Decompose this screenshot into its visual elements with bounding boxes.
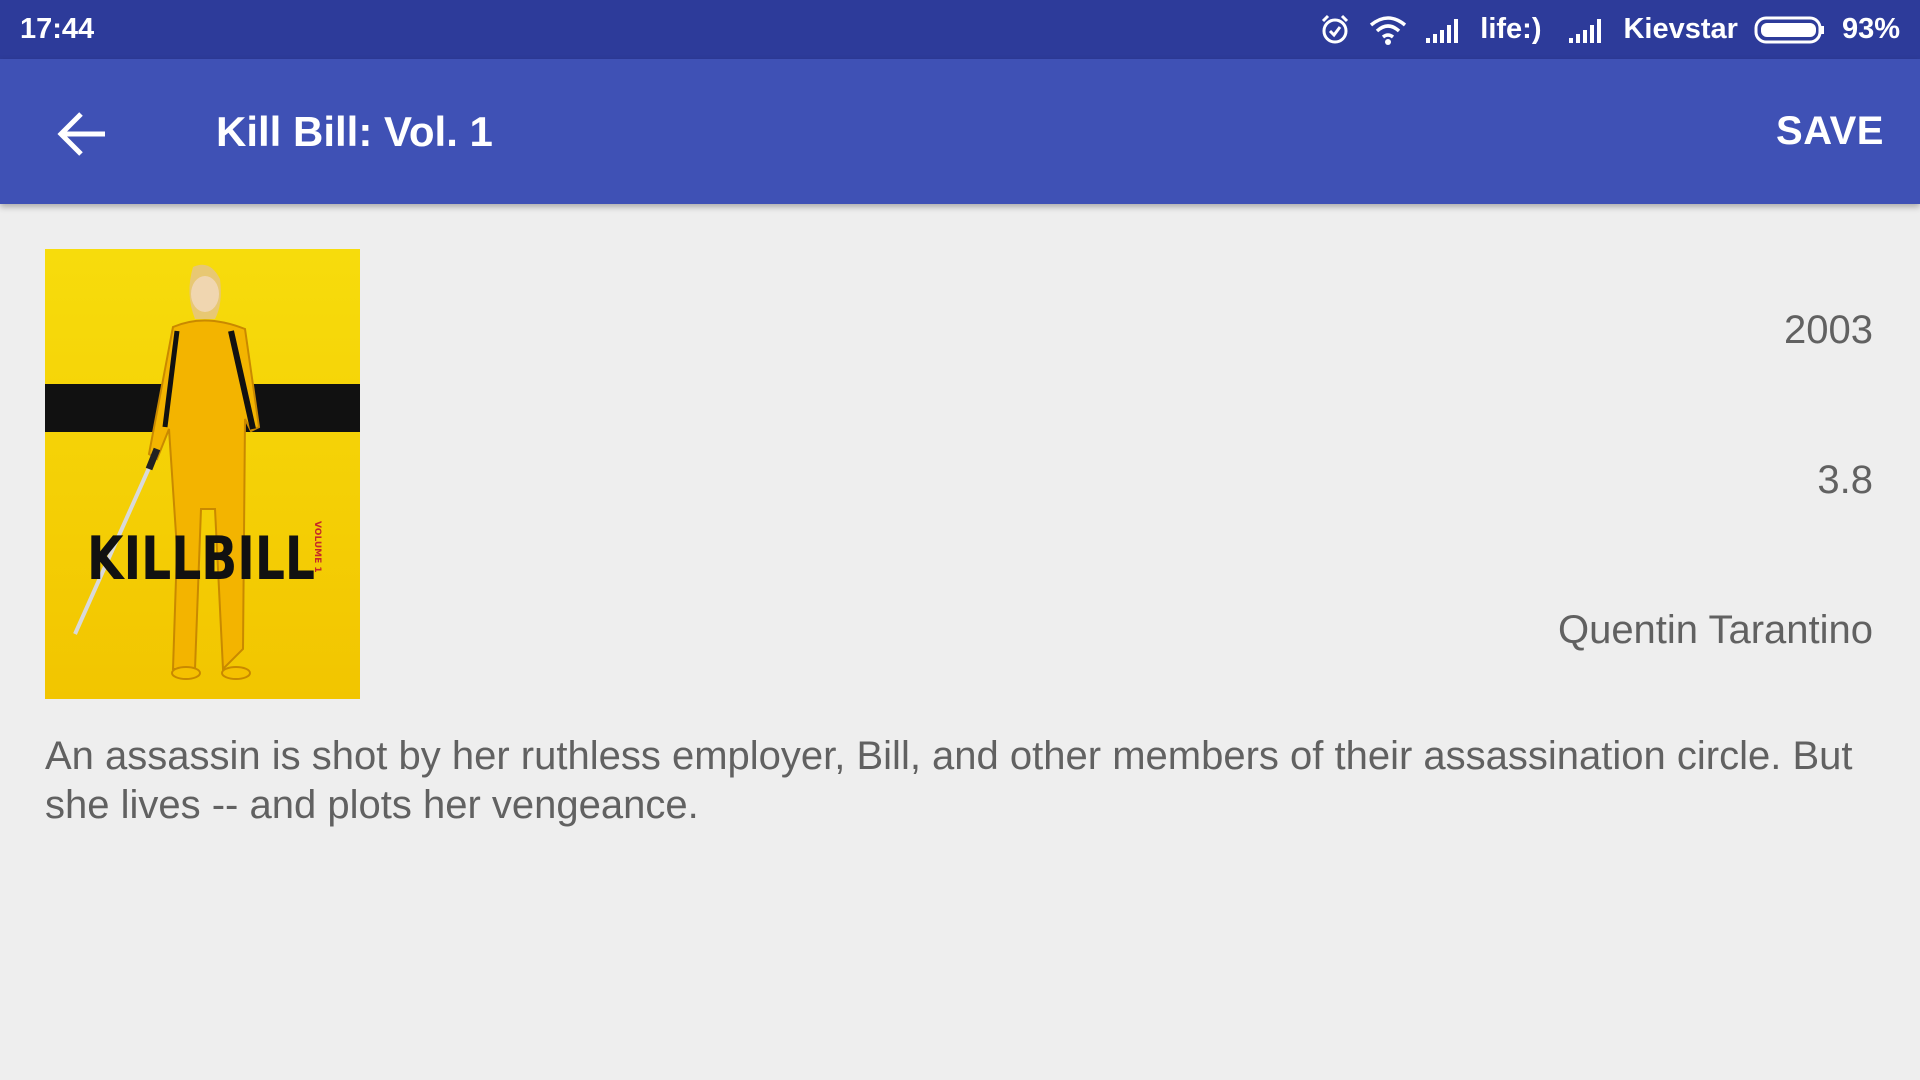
movie-poster: KILLBILL VOLUME 1 xyxy=(45,249,360,699)
battery-icon xyxy=(1754,15,1826,45)
carrier-label-1: life:) xyxy=(1480,13,1542,45)
status-time: 17:44 xyxy=(20,13,95,45)
status-bar: 17:44 life:) Kievstar 93% xyxy=(0,0,1920,59)
movie-description: An assassin is shot by her ruthless empl… xyxy=(45,734,1853,827)
release-year: 2003 xyxy=(1784,308,1873,352)
signal-icon xyxy=(1424,16,1464,44)
poster-title: KILLBILL xyxy=(87,524,315,594)
wifi-icon xyxy=(1368,14,1408,46)
app-bar: Kill Bill: Vol. 1 SAVE xyxy=(0,59,1920,204)
page-title: Kill Bill: Vol. 1 xyxy=(216,108,493,155)
carrier-label-2: Kievstar xyxy=(1623,13,1738,45)
back-button[interactable] xyxy=(38,99,128,169)
arrow-back-icon xyxy=(57,112,105,156)
poster-subtitle: VOLUME 1 xyxy=(312,521,322,573)
status-icons: life:) Kievstar 93% xyxy=(1318,13,1900,47)
rating: 3.8 xyxy=(1817,458,1873,502)
director: Quentin Tarantino xyxy=(1557,608,1873,652)
save-button[interactable]: SAVE xyxy=(1776,59,1884,204)
battery-percent: 93% xyxy=(1841,13,1900,45)
signal-icon xyxy=(1567,16,1607,44)
movie-detail: KILLBILL VOLUME 1 2003 3.8 Quentin Taran… xyxy=(0,204,1920,1080)
alarm-icon xyxy=(1318,13,1352,47)
